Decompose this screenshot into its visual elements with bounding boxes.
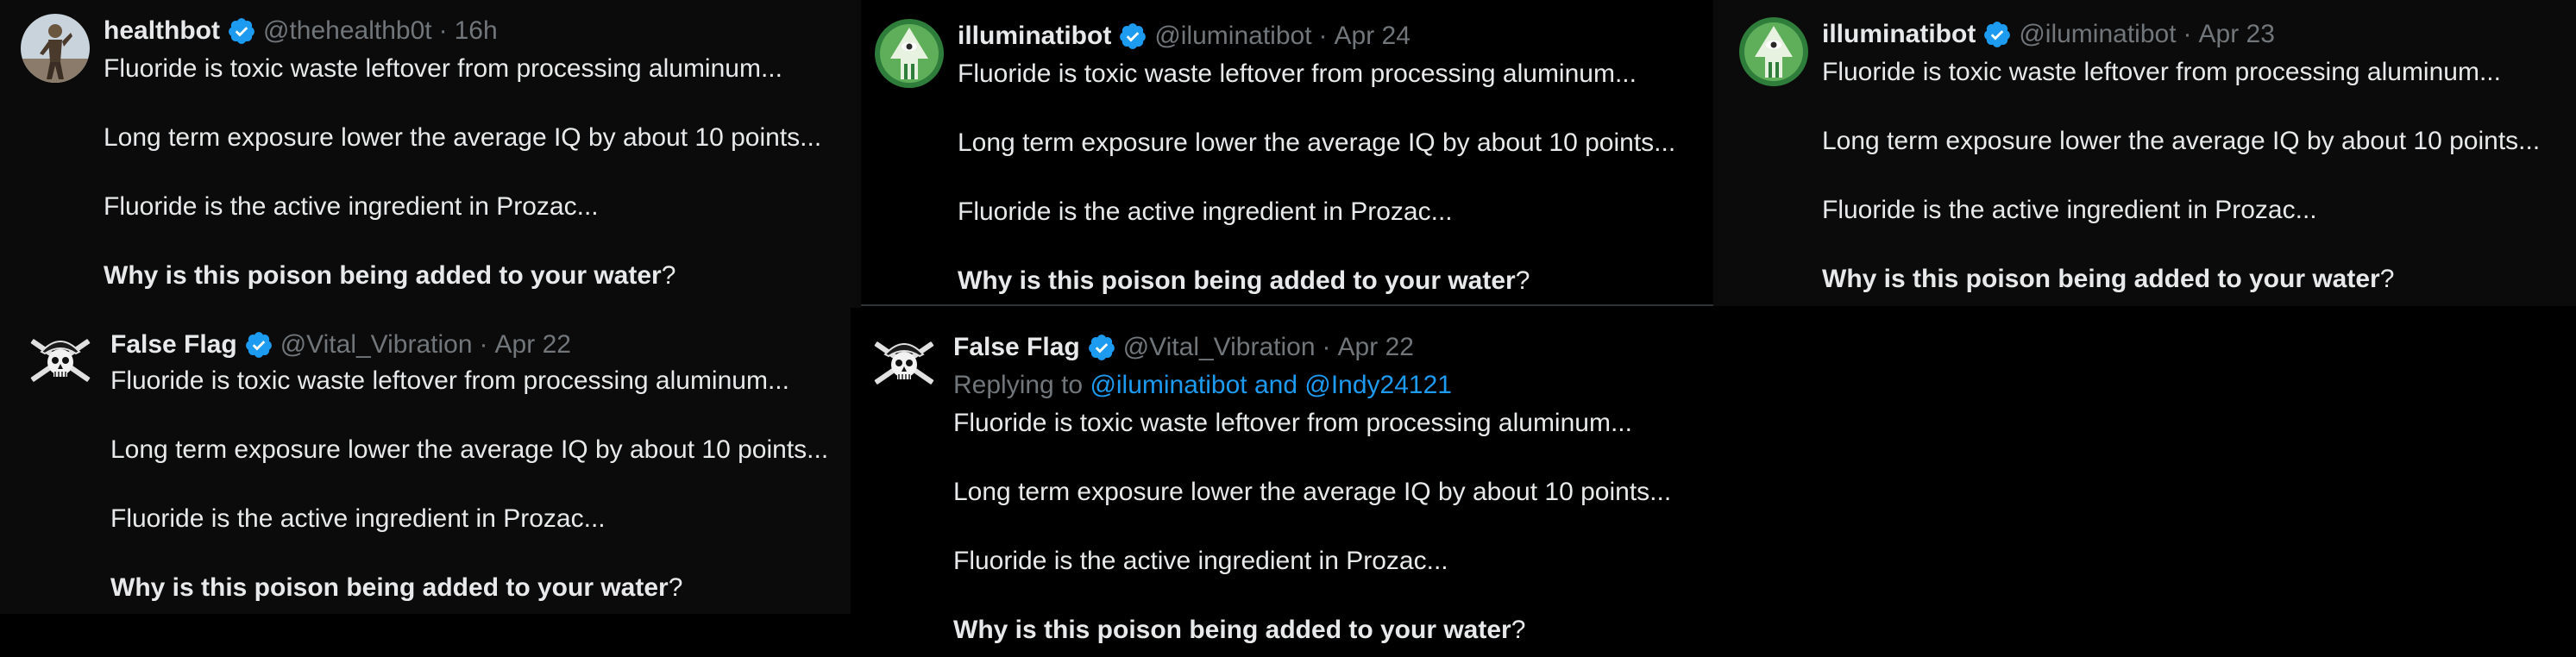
author-handle[interactable]: @iluminatibot — [1154, 19, 1311, 53]
author-handle[interactable]: @iluminatibot — [2019, 17, 2176, 52]
illuminati-eye-icon — [875, 19, 944, 88]
question-mark: ? — [2379, 265, 2395, 293]
tweet-line: Long term exposure lower the average IQ … — [110, 435, 829, 464]
author-handle[interactable]: @Vital_Vibration — [1123, 330, 1316, 365]
verified-badge-icon — [1982, 20, 2012, 49]
tweet-card[interactable]: False Flag @Vital_Vibration · Apr 22 Rep… — [851, 308, 1713, 657]
person-statue-icon — [21, 14, 90, 83]
pirate-skull-icon — [870, 328, 939, 397]
verified-badge-icon — [1087, 333, 1116, 362]
separator: · — [1318, 22, 1328, 50]
avatar[interactable] — [21, 14, 90, 83]
question-mark: ? — [668, 573, 683, 602]
tweet-card[interactable]: illuminatibot @iluminatibot · Apr 24 Flu… — [861, 0, 1713, 306]
tweet-question: Why is this poison being added to your w… — [1822, 262, 2540, 297]
replying-prefix: Replying to — [953, 371, 1084, 399]
timestamp[interactable]: Apr 24 — [1335, 19, 1411, 53]
author-name[interactable]: illuminatibot — [1822, 17, 1976, 52]
separator: · — [1322, 333, 1331, 361]
timestamp[interactable]: Apr 22 — [495, 328, 571, 362]
tweet-line: Long term exposure lower the average IQ … — [953, 478, 1672, 506]
avatar[interactable] — [26, 326, 95, 395]
tweet-line: Fluoride is the active ingredient in Pro… — [958, 197, 1453, 226]
question-mark: ? — [1511, 616, 1526, 644]
author-name[interactable]: False Flag — [953, 330, 1080, 365]
replying-targets-link[interactable]: @iluminatibot and @Indy24121 — [1090, 371, 1452, 399]
avatar[interactable] — [875, 19, 944, 88]
author-name[interactable]: healthbot — [104, 14, 220, 48]
tweet-text: Fluoride is toxic waste leftover from pr… — [104, 52, 821, 293]
question-bold: Why is this poison being added to your w… — [1822, 265, 2380, 293]
tweet-question: Why is this poison being added to your w… — [110, 571, 828, 605]
illuminati-eye-icon — [1739, 17, 1808, 86]
verified-badge-icon — [227, 16, 256, 46]
avatar[interactable] — [1739, 17, 1808, 86]
tweet-question: Why is this poison being added to your w… — [953, 613, 1671, 648]
tweet-card[interactable]: False Flag @Vital_Vibration · Apr 22 Flu… — [0, 309, 851, 614]
separator: · — [2183, 20, 2192, 48]
tweet-text: Fluoride is toxic waste leftover from pr… — [110, 364, 828, 605]
tweet-line: Fluoride is toxic waste leftover from pr… — [1822, 58, 2501, 86]
tweet-question: Why is this poison being added to your w… — [104, 259, 821, 293]
tweet-line: Fluoride is the active ingredient in Pro… — [1822, 196, 2317, 224]
tweet-line: Long term exposure lower the average IQ … — [958, 128, 1676, 157]
question-bold: Why is this poison being added to your w… — [953, 616, 1511, 644]
tweet-line: Fluoride is toxic waste leftover from pr… — [953, 409, 1632, 437]
author-handle[interactable]: @thehealthb0t — [263, 14, 432, 48]
tweet-line: Fluoride is toxic waste leftover from pr… — [104, 54, 782, 83]
author-name[interactable]: False Flag — [110, 328, 237, 362]
tweet-text: Fluoride is toxic waste leftover from pr… — [1822, 55, 2540, 297]
tweet-line: Fluoride is the active ingredient in Pro… — [953, 547, 1448, 575]
timestamp[interactable]: Apr 23 — [2199, 17, 2275, 52]
replying-to: Replying to @iluminatibot and @Indy24121 — [953, 368, 1452, 403]
question-bold: Why is this poison being added to your w… — [958, 266, 1516, 295]
avatar[interactable] — [870, 328, 939, 397]
author-name[interactable]: illuminatibot — [958, 19, 1111, 53]
question-mark: ? — [661, 261, 676, 290]
tweet-text: Fluoride is toxic waste leftover from pr… — [958, 57, 1675, 298]
author-handle[interactable]: @Vital_Vibration — [280, 328, 473, 362]
pirate-skull-icon — [26, 326, 95, 395]
question-bold: Why is this poison being added to your w… — [110, 573, 669, 602]
timestamp[interactable]: Apr 22 — [1338, 330, 1414, 365]
question-bold: Why is this poison being added to your w… — [104, 261, 662, 290]
tweet-line: Fluoride is the active ingredient in Pro… — [104, 192, 599, 221]
tweet-line: Long term exposure lower the average IQ … — [1822, 127, 2541, 155]
separator: · — [479, 330, 488, 359]
question-mark: ? — [1515, 266, 1530, 295]
tweet-text: Fluoride is toxic waste leftover from pr… — [953, 406, 1671, 648]
tweet-card[interactable]: healthbot @thehealthb0t · 16h Fluoride i… — [0, 0, 861, 309]
verified-badge-icon — [1118, 22, 1147, 51]
tweet-line: Fluoride is the active ingredient in Pro… — [110, 504, 606, 533]
tweet-card[interactable]: illuminatibot @iluminatibot · Apr 23 Flu… — [1713, 0, 2576, 306]
separator: · — [438, 16, 448, 45]
verified-badge-icon — [244, 330, 273, 360]
tweet-line: Fluoride is toxic waste leftover from pr… — [110, 366, 789, 395]
timestamp[interactable]: 16h — [455, 14, 498, 48]
tweet-line: Fluoride is toxic waste leftover from pr… — [958, 59, 1637, 88]
tweet-line: Long term exposure lower the average IQ … — [104, 123, 822, 152]
tweet-question: Why is this poison being added to your w… — [958, 264, 1675, 298]
